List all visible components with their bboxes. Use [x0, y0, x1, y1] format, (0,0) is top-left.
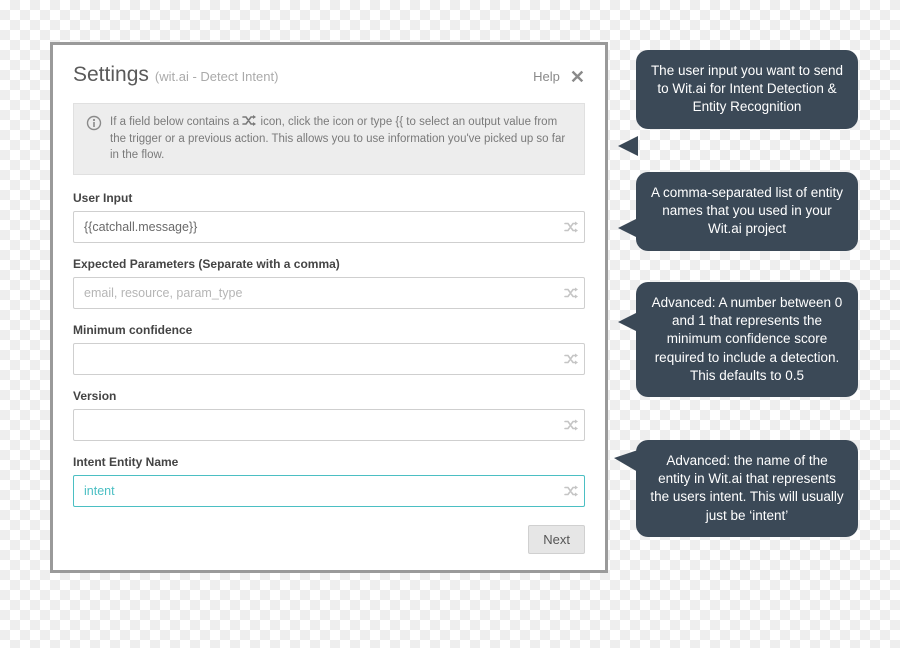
callout-user-input: The user input you want to send to Wit.a…	[636, 50, 858, 129]
label-version: Version	[73, 389, 585, 403]
close-icon[interactable]: ✕	[570, 68, 585, 86]
label-intent-entity: Intent Entity Name	[73, 455, 585, 469]
callout-text: The user input you want to send to Wit.a…	[651, 63, 843, 114]
callout-text: A comma-separated list of entity names t…	[651, 185, 843, 236]
input-wrap-user-input	[73, 211, 585, 243]
min-confidence-input[interactable]	[73, 343, 585, 375]
user-input[interactable]	[73, 211, 585, 243]
info-banner-text: If a field below contains a icon, click …	[110, 114, 572, 164]
input-wrap-intent-entity	[73, 475, 585, 507]
callout-expected-params: A comma-separated list of entity names t…	[636, 172, 858, 251]
field-intent-entity: Intent Entity Name	[73, 455, 585, 507]
version-input[interactable]	[73, 409, 585, 441]
shuffle-icon[interactable]	[564, 287, 579, 300]
label-expected-params: Expected Parameters (Separate with a com…	[73, 257, 585, 271]
label-user-input: User Input	[73, 191, 585, 205]
input-wrap-expected-params	[73, 277, 585, 309]
shuffle-icon[interactable]	[564, 221, 579, 234]
info-icon	[86, 115, 102, 164]
help-link[interactable]: Help	[533, 69, 560, 84]
callout-intent-entity: Advanced: the name of the entity in Wit.…	[636, 440, 858, 537]
settings-panel: Settings (wit.ai - Detect Intent) Help ✕…	[50, 42, 608, 573]
shuffle-icon[interactable]	[564, 485, 579, 498]
next-button[interactable]: Next	[528, 525, 585, 554]
callout-tail	[618, 218, 638, 238]
field-user-input: User Input	[73, 191, 585, 243]
label-min-confidence: Minimum confidence	[73, 323, 585, 337]
shuffle-icon[interactable]	[564, 419, 579, 432]
expected-params-input[interactable]	[73, 277, 585, 309]
input-wrap-version	[73, 409, 585, 441]
panel-header: Settings (wit.ai - Detect Intent) Help ✕	[73, 63, 585, 87]
panel-subtitle: (wit.ai - Detect Intent)	[155, 69, 279, 84]
field-expected-params: Expected Parameters (Separate with a com…	[73, 257, 585, 309]
info-banner: If a field below contains a icon, click …	[73, 103, 585, 175]
callout-tail	[618, 312, 638, 332]
input-wrap-min-confidence	[73, 343, 585, 375]
info-text-before: If a field below contains a	[110, 116, 242, 128]
shuffle-icon	[242, 114, 257, 127]
callout-tail	[614, 450, 638, 472]
intent-entity-input[interactable]	[73, 475, 585, 507]
callout-text: Advanced: the name of the entity in Wit.…	[650, 453, 843, 523]
field-min-confidence: Minimum confidence	[73, 323, 585, 375]
panel-title: Settings	[73, 63, 149, 87]
callout-text: Advanced: A number between 0 and 1 that …	[652, 295, 843, 383]
field-version: Version	[73, 389, 585, 441]
callout-min-confidence: Advanced: A number between 0 and 1 that …	[636, 282, 858, 397]
panel-title-wrap: Settings (wit.ai - Detect Intent)	[73, 63, 278, 87]
header-actions: Help ✕	[533, 68, 585, 86]
panel-footer: Next	[73, 525, 585, 554]
shuffle-icon[interactable]	[564, 353, 579, 366]
callout-tail	[618, 136, 638, 156]
